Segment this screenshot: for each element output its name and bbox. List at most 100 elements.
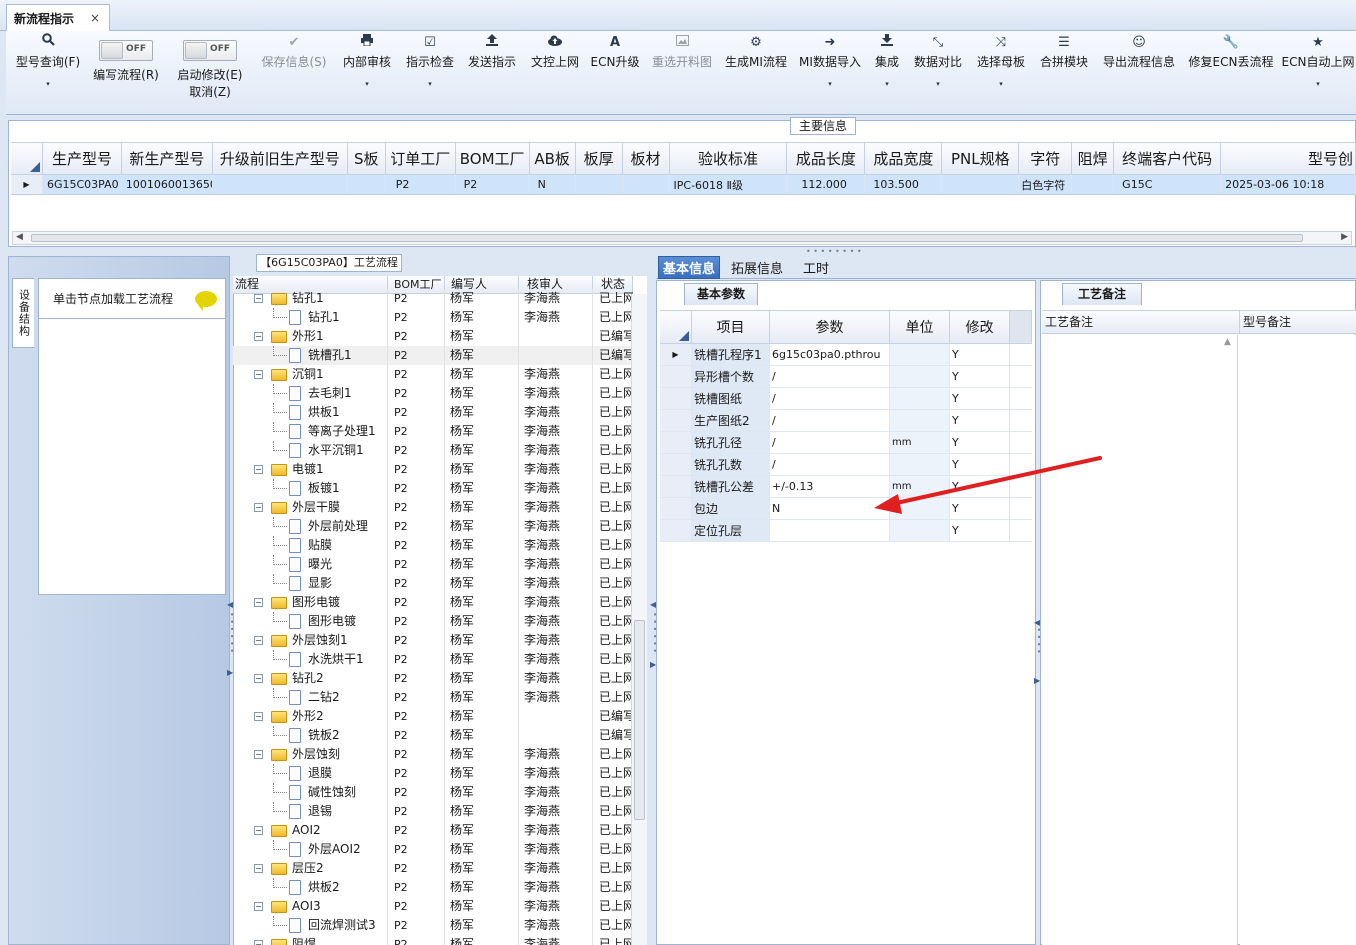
chevron-down-icon[interactable]: ▾	[828, 80, 832, 88]
reselect-cutting-drawing-button[interactable]: 重选开料图	[648, 31, 716, 115]
reviewer-cell[interactable]: 李海燕	[519, 498, 593, 517]
tree-row[interactable]: 铣板2 P2 杨军 已编写	[233, 726, 633, 745]
reviewer-cell[interactable]: 李海燕	[519, 688, 593, 707]
status-cell[interactable]: 已上网	[593, 612, 633, 631]
collapse-toggle-icon[interactable]: −	[254, 712, 263, 721]
writer-cell[interactable]: 杨军	[445, 308, 519, 327]
tree-node[interactable]: 铣槽孔1	[233, 346, 388, 365]
reviewer-cell[interactable]	[519, 726, 593, 745]
reviewer-cell[interactable]: 李海燕	[519, 916, 593, 935]
collapse-toggle-icon[interactable]: −	[254, 826, 263, 835]
writer-cell[interactable]: 杨军	[445, 536, 519, 555]
model-notes-textarea[interactable]	[1240, 335, 1356, 945]
tree-row[interactable]: 碱性蚀刻 P2 杨军 李海燕 已上网	[233, 783, 633, 802]
writer-cell[interactable]: 杨军	[445, 498, 519, 517]
status-cell[interactable]: 已上网	[593, 574, 633, 593]
status-cell[interactable]: 已上网	[593, 878, 633, 897]
collapse-toggle-icon[interactable]: −	[254, 598, 263, 607]
status-cell[interactable]: 已编写	[593, 707, 633, 726]
cell[interactable]: 2025-03-06 10:18	[1221, 175, 1356, 194]
writer-cell[interactable]: 杨军	[445, 403, 519, 422]
cell[interactable]	[348, 175, 386, 194]
bom-factory-cell[interactable]: P2	[388, 802, 445, 821]
reviewer-cell[interactable]: 李海燕	[519, 536, 593, 555]
reviewer-cell[interactable]: 李海燕	[519, 289, 593, 308]
bom-factory-cell[interactable]: P2	[388, 517, 445, 536]
reviewer-cell[interactable]: 李海燕	[519, 422, 593, 441]
tree-row[interactable]: 外层前处理 P2 杨军 李海燕 已上网	[233, 517, 633, 536]
unit-cell[interactable]	[890, 520, 950, 541]
data-compare-button[interactable]: ⤡ 数据对比 ▾	[910, 31, 966, 115]
status-cell[interactable]: 已上网	[593, 289, 633, 308]
bom-factory-cell[interactable]: P2	[388, 726, 445, 745]
bom-factory-cell[interactable]: P2	[388, 897, 445, 916]
col-header[interactable]: 板材	[623, 143, 670, 174]
tab-equipment-structure[interactable]: 设备结构	[12, 278, 34, 348]
tree-node[interactable]: 碱性蚀刻	[233, 783, 388, 802]
tree-node[interactable]: 图形电镀	[233, 612, 388, 631]
save-info-button[interactable]: ✔ 保存信息(S)	[256, 31, 332, 115]
writer-cell[interactable]: 杨军	[445, 479, 519, 498]
reviewer-cell[interactable]: 李海燕	[519, 802, 593, 821]
bom-factory-cell[interactable]: P2	[388, 859, 445, 878]
chevron-down-icon[interactable]: ▾	[428, 80, 432, 88]
start-modify-toggle[interactable]: OFF 启动修改(E) 取消(Z)	[172, 31, 248, 115]
bom-factory-cell[interactable]: P2	[388, 593, 445, 612]
model-query-button[interactable]: 型号查询(F) ▾	[12, 31, 84, 115]
scroll-thumb[interactable]	[634, 620, 645, 820]
tree-row[interactable]: − 电镀1 P2 杨军 李海燕 已上网	[233, 460, 633, 479]
cell[interactable]: IPC-6018 Ⅱ级	[670, 175, 788, 194]
tree-node[interactable]: 烘板1	[233, 403, 388, 422]
reviewer-cell[interactable]	[519, 346, 593, 365]
reviewer-cell[interactable]: 李海燕	[519, 859, 593, 878]
select-mother-board-button[interactable]: ⤨ 选择母板 ▾	[972, 31, 1030, 115]
bom-factory-cell[interactable]: P2	[388, 403, 445, 422]
cell[interactable]: 112.000	[787, 175, 866, 194]
writer-cell[interactable]: 杨军	[445, 422, 519, 441]
instruction-check-button[interactable]: ☑ 指示检查 ▾	[402, 31, 458, 115]
tree-row[interactable]: 回流焊测试3 P2 杨军 李海燕 已上网	[233, 916, 633, 935]
col-header[interactable]: 阻焊	[1072, 143, 1115, 174]
merge-module-button[interactable]: ☰ 合拼模块	[1036, 31, 1092, 115]
status-cell[interactable]: 已上网	[593, 840, 633, 859]
cell[interactable]: P2	[386, 175, 456, 194]
item-cell[interactable]: 铣槽孔程序1	[692, 344, 770, 365]
writer-cell[interactable]: 杨军	[445, 517, 519, 536]
tree-node[interactable]: 外层前处理	[233, 517, 388, 536]
collapse-toggle-icon[interactable]: −	[254, 864, 263, 873]
reviewer-cell[interactable]: 李海燕	[519, 650, 593, 669]
bom-factory-cell[interactable]: P2	[388, 308, 445, 327]
bom-factory-cell[interactable]: P2	[388, 688, 445, 707]
writer-cell[interactable]: 杨军	[445, 726, 519, 745]
tree-row[interactable]: − 外形2 P2 杨军 已编写	[233, 707, 633, 726]
tree-row[interactable]: 外层AOI2 P2 杨军 李海燕 已上网	[233, 840, 633, 859]
status-cell[interactable]: 已上网	[593, 897, 633, 916]
tree-node[interactable]: 退锡	[233, 802, 388, 821]
tree-row[interactable]: − 阻焊 P2 杨军 李海燕 已上网	[233, 935, 633, 945]
col-header[interactable]: BOM工厂	[456, 143, 530, 174]
bom-factory-cell[interactable]: P2	[388, 707, 445, 726]
tree-node[interactable]: − 钻孔1	[233, 289, 388, 308]
status-cell[interactable]: 已上网	[593, 669, 633, 688]
bom-factory-cell[interactable]: P2	[388, 612, 445, 631]
bom-factory-cell[interactable]: P2	[388, 441, 445, 460]
writer-cell[interactable]: 杨军	[445, 441, 519, 460]
tree-node[interactable]: 贴膜	[233, 536, 388, 555]
process-notes-textarea[interactable]	[1042, 335, 1238, 945]
tab-work-hours[interactable]: 工时	[796, 256, 836, 279]
repair-ecn-lost-process-button[interactable]: 🔧 修复ECN丢流程	[1186, 31, 1276, 115]
item-cell[interactable]: 包边	[692, 498, 770, 519]
col-header[interactable]: 板厚	[576, 143, 623, 174]
writer-cell[interactable]: 杨军	[445, 916, 519, 935]
writer-cell[interactable]: 杨军	[445, 612, 519, 631]
cell[interactable]: 白色字符	[1019, 175, 1073, 194]
reviewer-cell[interactable]: 李海燕	[519, 365, 593, 384]
col-header[interactable]: 验收标准	[670, 143, 788, 174]
bom-factory-cell[interactable]: P2	[388, 365, 445, 384]
writer-cell[interactable]: 杨军	[445, 460, 519, 479]
tree-node[interactable]: − 电镀1	[233, 460, 388, 479]
scroll-thumb[interactable]	[31, 234, 1303, 242]
tree-row[interactable]: 退锡 P2 杨军 李海燕 已上网	[233, 802, 633, 821]
cancel-label[interactable]: 取消(Z)	[189, 83, 231, 100]
col-header[interactable]: 新生产型号	[122, 143, 213, 174]
